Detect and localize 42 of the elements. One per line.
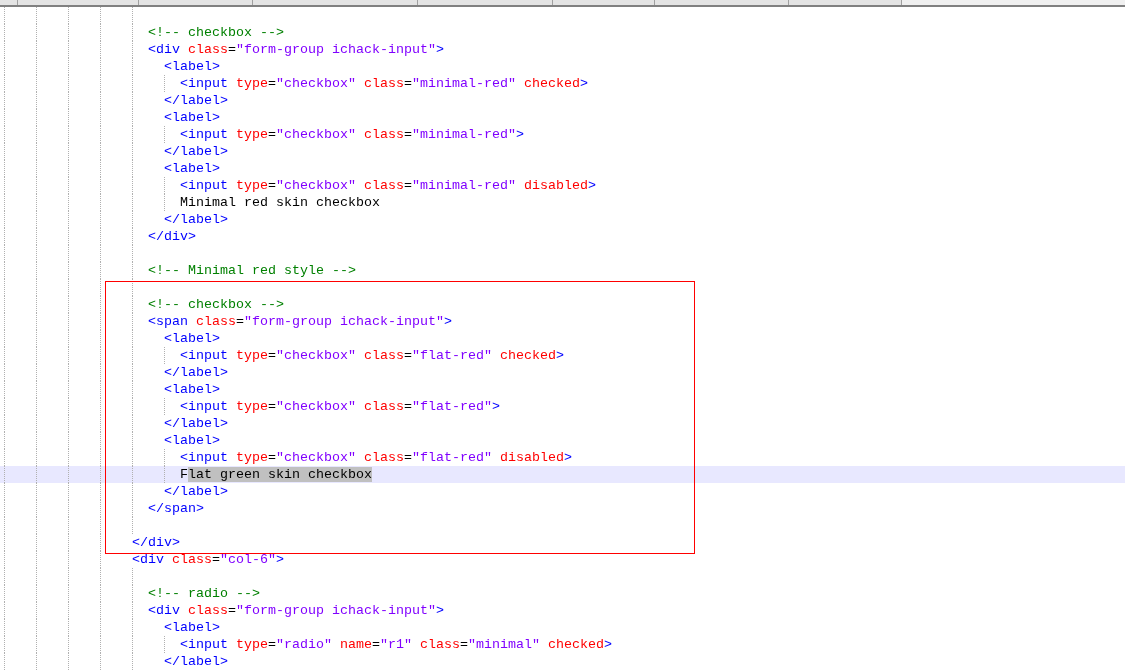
tab[interactable] [139,0,253,5]
code-line: <input type="checkbox" class="minimal-red" checked> [180,75,588,92]
code-line: </label> [164,211,228,228]
code-line: </label> [164,92,228,109]
code-line: <input type="checkbox" class="minimal-red"> [180,126,524,143]
code-line: <input type="radio" name="r1" class="minimal" checked> [180,636,612,653]
code-line: <!-- checkbox --> [148,296,284,313]
tab[interactable] [253,0,418,5]
code-line: <input type="checkbox" class="flat-red" checked> [180,347,564,364]
code-line: <div class="col-6"> [132,551,284,568]
code-line: <label> [164,160,220,177]
code-line: <div class="form-group ichack-input"> [148,41,444,58]
code-line: <input type="checkbox" class="flat-red"> [180,398,500,415]
code-line: <label> [164,432,220,449]
tab[interactable] [655,0,789,5]
code-line: <!-- checkbox --> [148,24,284,41]
code-line: </label> [164,653,228,670]
code-line: <input type="checkbox" class="minimal-red" disabled> [180,177,596,194]
code-line: </label> [164,483,228,500]
code-line: <label> [164,381,220,398]
tab[interactable] [418,0,553,5]
tab[interactable] [789,0,902,5]
code-line: <span class="form-group ichack-input"> [148,313,452,330]
code-line: <label> [164,330,220,347]
tab[interactable] [18,0,139,5]
code-line: Flat green skin checkbox [180,466,372,483]
tab[interactable] [553,0,655,5]
code-line: </div> [132,534,180,551]
code-line: <input type="checkbox" class="flat-red" disabled> [180,449,572,466]
code-line: <label> [164,619,220,636]
code-line: Minimal red skin checkbox [180,194,380,211]
code-line: <label> [164,58,220,75]
tab[interactable] [0,0,18,5]
code-line: </label> [164,364,228,381]
code-line: <!-- Minimal red style --> [148,262,356,279]
code-line: </label> [164,415,228,432]
code-line: <label> [164,109,220,126]
code-line: <div class="form-group ichack-input"> [148,602,444,619]
code-line: </div> [148,228,196,245]
code-line: <!-- radio --> [148,585,260,602]
code-line: </label> [164,143,228,160]
code-line: </span> [148,500,204,517]
